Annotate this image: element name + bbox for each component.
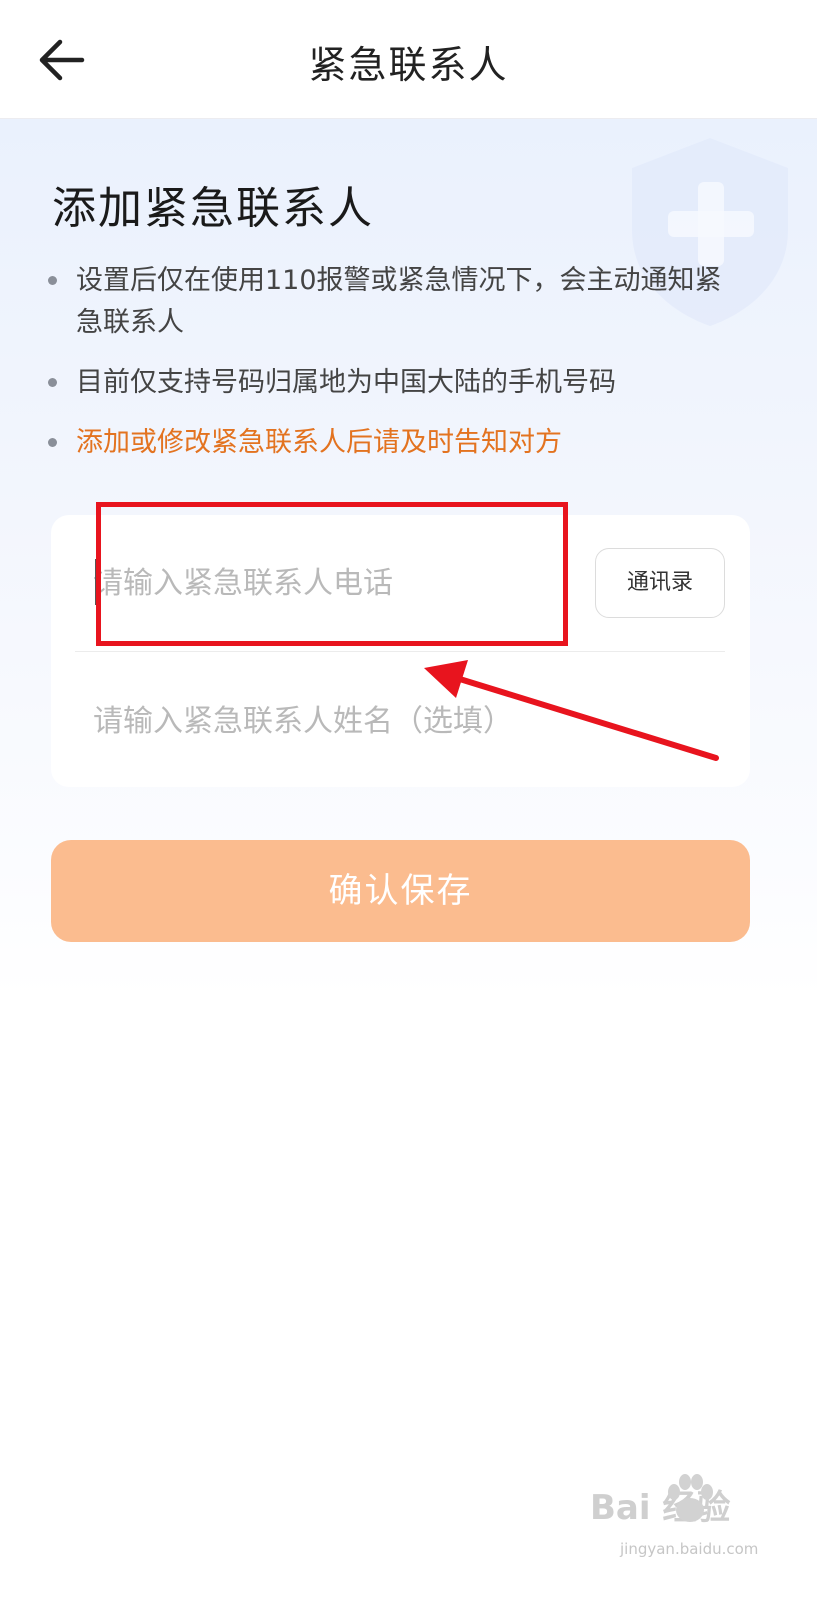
warning-note: 添加或修改紧急联系人后请及时告知对方 <box>48 422 738 464</box>
annotation-arrow-icon <box>424 660 719 761</box>
watermark-url: jingyan.baidu.com <box>620 1540 759 1558</box>
annotation-highlight-box <box>96 502 568 646</box>
watermark: Bai 经验 jingyan.baidu.com <box>590 1470 790 1590</box>
paw-icon <box>668 1474 713 1522</box>
section-title: 添加紧急联系人 <box>52 183 374 234</box>
bullet-dot <box>48 438 57 447</box>
bullet-dot <box>48 378 57 387</box>
bullet-dot <box>48 276 57 285</box>
info-note: 目前仅支持号码归属地为中国大陆的手机号码 <box>48 362 738 404</box>
page-title: 紧急联系人 <box>308 43 509 87</box>
save-button[interactable]: 确认保存 <box>51 840 750 942</box>
warning-note-text: 添加或修改紧急联系人后请及时告知对方 <box>76 427 562 458</box>
info-note-text: 设置后仅在使用110报警或紧急情况下，会主动通知紧急联系人 <box>76 265 722 338</box>
contacts-button[interactable]: 通讯录 <box>595 548 725 618</box>
app-header: 紧急联系人 <box>0 0 817 119</box>
info-note: 设置后仅在使用110报警或紧急情况下，会主动通知紧急联系人 <box>48 260 738 344</box>
info-note-text: 目前仅支持号码归属地为中国大陆的手机号码 <box>76 367 616 398</box>
